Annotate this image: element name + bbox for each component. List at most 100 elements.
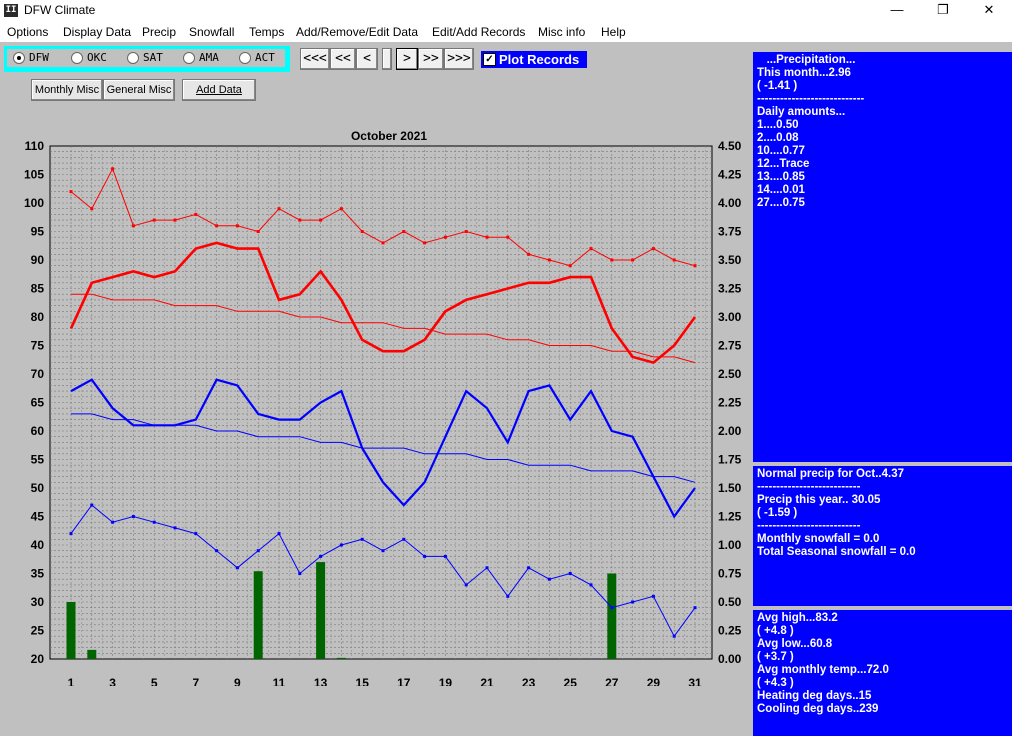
menu-temps[interactable]: Temps — [249, 25, 284, 39]
panel-line: Heating deg days..15 — [757, 690, 872, 702]
menu-bar: Options Display Data Precip Snowfall Tem… — [0, 22, 1012, 42]
add-data-button[interactable]: Add Data — [182, 79, 256, 101]
y2-tick-label: 1.50 — [718, 481, 742, 495]
radio-dfw[interactable] — [13, 52, 25, 64]
record-point — [298, 218, 302, 222]
prev-month-button[interactable]: < — [356, 48, 378, 70]
panel-line: ( +4.8 ) — [757, 625, 794, 637]
y2-tick-label: 3.00 — [718, 310, 742, 324]
record-point — [111, 167, 115, 171]
general-misc-button[interactable]: General Misc — [103, 79, 175, 101]
record-point — [547, 258, 551, 262]
y2-tick-label: 3.25 — [718, 282, 742, 296]
precipitation-panel: ...Precipitation... This month...2.96( -1… — [753, 52, 1012, 462]
checkbox-check-icon[interactable]: ✓ — [483, 53, 496, 66]
record-point — [173, 526, 177, 530]
y-tick-label: 45 — [31, 510, 45, 524]
panel-line: ( +3.7 ) — [757, 651, 794, 663]
radio-okc[interactable] — [71, 52, 83, 64]
y2-tick-label: 2.75 — [718, 339, 742, 353]
menu-snowfall[interactable]: Snowfall — [189, 25, 234, 39]
record-point — [651, 594, 655, 598]
last-month-button[interactable]: >>> — [444, 48, 474, 70]
radio-act[interactable] — [239, 52, 251, 64]
menu-edit-add-records[interactable]: Edit/Add Records — [432, 25, 525, 39]
record-point — [527, 566, 531, 570]
radio-ama[interactable] — [183, 52, 195, 64]
close-button[interactable]: ✕ — [966, 0, 1012, 22]
panel-line: 14....0.01 — [757, 184, 805, 196]
plot-records-label: Plot Records — [499, 52, 580, 67]
record-point — [443, 554, 447, 558]
x-tick-label: 15 — [356, 676, 370, 686]
x-tick-label: 3 — [109, 676, 116, 686]
panel-line: Monthly snowfall = 0.0 — [757, 533, 880, 545]
y-tick-label: 40 — [31, 538, 45, 552]
y2-tick-label: 3.75 — [718, 225, 742, 239]
record-point — [235, 566, 239, 570]
panel-line: ---------------------------- — [757, 93, 865, 105]
precip-bar — [66, 602, 76, 659]
record-point — [131, 515, 135, 518]
panel-line: 12...Trace — [757, 158, 810, 170]
record-point — [672, 634, 676, 638]
record-point — [277, 532, 281, 536]
chart-title: October 2021 — [351, 129, 427, 143]
panel-line: --------------------------- — [757, 481, 861, 493]
menu-add-remove-edit-data[interactable]: Add/Remove/Edit Data — [296, 25, 418, 39]
title-bar: II DFW Climate — ❐ ✕ — [0, 0, 1012, 22]
next-many-button[interactable]: >> — [418, 48, 444, 70]
menu-help[interactable]: Help — [601, 25, 626, 39]
record-point — [402, 537, 406, 541]
monthly-misc-button[interactable]: Monthly Misc — [31, 79, 103, 101]
y-tick-label: 100 — [24, 196, 44, 210]
plot-records-toggle[interactable]: ✓ Plot Records — [481, 51, 587, 68]
minimize-button[interactable]: — — [874, 0, 920, 22]
record-point — [215, 549, 219, 553]
panel-line: Total Seasonal snowfall = 0.0 — [757, 546, 916, 558]
y2-tick-label: 0.00 — [718, 652, 742, 666]
menu-precip[interactable]: Precip — [142, 25, 176, 39]
record-point — [631, 600, 635, 604]
x-tick-label: 25 — [564, 676, 578, 686]
record-point — [69, 190, 73, 194]
record-point — [568, 264, 572, 268]
x-tick-label: 19 — [439, 676, 453, 686]
radio-sat[interactable] — [127, 52, 139, 64]
panel-line: 10....0.77 — [757, 145, 805, 157]
record-point — [152, 520, 156, 524]
panel-line: 13....0.85 — [757, 171, 805, 183]
record-point — [69, 532, 73, 536]
x-tick-label: 13 — [314, 676, 328, 686]
record-point — [610, 606, 614, 610]
record-point — [693, 606, 697, 610]
record-point — [568, 572, 572, 575]
x-tick-label: 21 — [480, 676, 494, 686]
y-tick-label: 35 — [31, 567, 45, 581]
y2-tick-label: 4.50 — [718, 139, 742, 153]
precip-bar — [253, 571, 263, 659]
thermometer-app-icon: II — [4, 4, 18, 17]
radio-label-dfw: DFW — [29, 51, 49, 64]
y2-tick-label: 4.00 — [718, 196, 742, 210]
climate-chart: October 2021 202530354045505560657075808… — [24, 129, 742, 686]
normals-panel: Normal precip for Oct..4.37 -------------… — [753, 466, 1012, 606]
x-tick-label: 23 — [522, 676, 536, 686]
prev-many-button[interactable]: << — [330, 48, 356, 70]
record-point — [464, 583, 468, 587]
next-month-button[interactable]: > — [396, 48, 418, 70]
y2-tick-label: 0.50 — [718, 595, 742, 609]
first-month-button[interactable]: <<< — [300, 48, 330, 70]
y-tick-label: 75 — [31, 339, 45, 353]
menu-options[interactable]: Options — [7, 25, 48, 39]
precip-bar — [316, 562, 326, 659]
x-tick-label: 11 — [273, 676, 286, 686]
record-point — [319, 554, 323, 558]
panel-line: Cooling deg days..239 — [757, 703, 879, 715]
restore-button[interactable]: ❐ — [920, 0, 966, 22]
y2-tick-label: 0.75 — [718, 567, 742, 581]
record-point — [111, 520, 115, 524]
record-point — [464, 230, 468, 233]
menu-display-data[interactable]: Display Data — [63, 25, 131, 39]
menu-misc-info[interactable]: Misc info — [538, 25, 585, 39]
